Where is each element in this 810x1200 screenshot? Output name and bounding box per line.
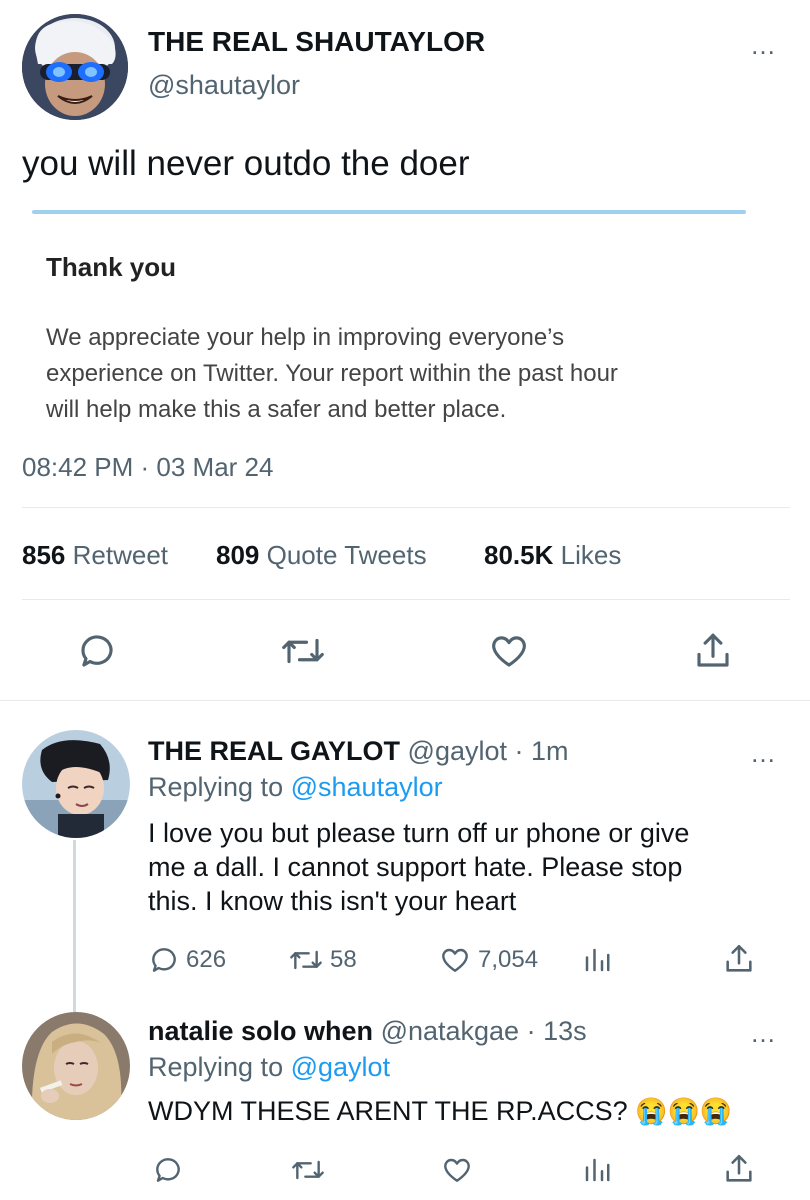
reply2-replying-to: Replying to @gaylot [148, 1052, 390, 1083]
replying-to-label: Replying to [148, 1052, 284, 1082]
image-body-line-1: We appreciate your help in improving eve… [46, 324, 565, 351]
reply2-analytics-icon[interactable] [582, 1154, 612, 1186]
reply2-reply-icon[interactable] [152, 1154, 184, 1186]
like-icon[interactable] [488, 630, 530, 672]
reply2-more-icon[interactable]: … [750, 1020, 777, 1046]
image-body-line-2: experience on Twitter. Your report withi… [46, 360, 618, 387]
divider [22, 507, 790, 508]
reply2-share-icon[interactable] [722, 1152, 756, 1186]
reply1-retweets-count: 58 [330, 946, 357, 973]
quote-tweets-stat[interactable]: 809 Quote Tweets [216, 540, 427, 571]
retweet-icon[interactable] [280, 630, 326, 672]
thread-line [73, 840, 76, 1012]
reply2-text: WDYM THESE ARENT THE RP.ACCS? 😭😭😭 [148, 1096, 732, 1127]
reply1-avatar[interactable] [22, 730, 130, 838]
reply1-reply-button[interactable]: 626 [148, 944, 226, 976]
reply1-text-line-1: I love you but please turn off ur phone … [148, 818, 690, 848]
likes-stat[interactable]: 80.5K Likes [484, 540, 621, 571]
reply1-replying-to: Replying to @shautaylor [148, 772, 443, 803]
reply2-retweet-icon[interactable] [290, 1154, 326, 1186]
likes-count: 80.5K [484, 540, 554, 570]
replying-to-label: Replying to [148, 772, 284, 802]
reply1-likes-count: 7,054 [478, 946, 539, 973]
reply1-text-line-3: this. I know this isn't your heart [148, 886, 517, 916]
retweets-stat[interactable]: 856 Retweet [22, 540, 168, 571]
divider [22, 599, 790, 600]
main-display-name[interactable]: THE REAL SHAUTAYLOR [148, 26, 485, 58]
retweets-label: Retweet [72, 540, 169, 570]
share-icon[interactable] [692, 630, 734, 672]
quotes-label: Quote Tweets [266, 540, 427, 570]
reply2-avatar[interactable] [22, 1012, 130, 1120]
retweets-count: 856 [22, 540, 66, 570]
reply1-retweet-button[interactable]: 58 [288, 944, 357, 976]
divider [0, 700, 810, 701]
image-top-rule [32, 210, 746, 214]
likes-label: Likes [560, 540, 622, 570]
reply1-more-icon[interactable]: … [750, 740, 777, 766]
reply2-like-icon[interactable] [440, 1154, 474, 1186]
reply-icon [148, 944, 180, 976]
replying-to-link[interactable]: @shautaylor [291, 772, 443, 802]
reply2-display-name[interactable]: natalie solo when [148, 1016, 373, 1046]
reply1-time[interactable]: · 1m [515, 736, 569, 766]
reply2-handle[interactable]: @natakgae [381, 1016, 520, 1046]
reply2-time[interactable]: · 13s [527, 1016, 587, 1046]
replying-to-link[interactable]: @gaylot [291, 1052, 390, 1082]
tweet-image[interactable]: Thank you We appreciate your help in imp… [24, 208, 754, 448]
reply1-text-line-2: me a dall. I cannot support hate. Please… [148, 852, 683, 882]
reply1-display-name[interactable]: THE REAL GAYLOT [148, 736, 400, 766]
reply1-like-button[interactable]: 7,054 [438, 944, 538, 976]
reply1-share-icon[interactable] [722, 942, 756, 976]
reply2-text-body: WDYM THESE ARENT THE RP.ACCS? [148, 1096, 628, 1126]
main-handle[interactable]: @shautaylor [148, 70, 300, 101]
more-options-icon[interactable]: … [750, 32, 777, 58]
reply1-analytics-icon[interactable] [582, 944, 612, 976]
quotes-count: 809 [216, 540, 260, 570]
reply-icon[interactable] [76, 630, 118, 672]
main-tweet-text: you will never outdo the doer [22, 144, 470, 183]
reply1-replies-count: 626 [186, 946, 227, 973]
reply1-header: THE REAL GAYLOT @gaylot · 1m [148, 736, 569, 767]
crying-emoji-icon: 😭😭😭 [635, 1096, 733, 1126]
main-tweet-avatar[interactable] [22, 14, 128, 120]
like-icon [438, 944, 472, 976]
reply1-handle[interactable]: @gaylot [408, 736, 507, 766]
image-body-line-3: will help make this a safer and better p… [46, 396, 507, 423]
reply2-header: natalie solo when @natakgae · 13s [148, 1016, 587, 1047]
image-heading: Thank you [46, 252, 177, 282]
retweet-icon [288, 944, 324, 976]
tweet-timestamp[interactable]: 08:42 PM · 03 Mar 24 [22, 452, 273, 483]
